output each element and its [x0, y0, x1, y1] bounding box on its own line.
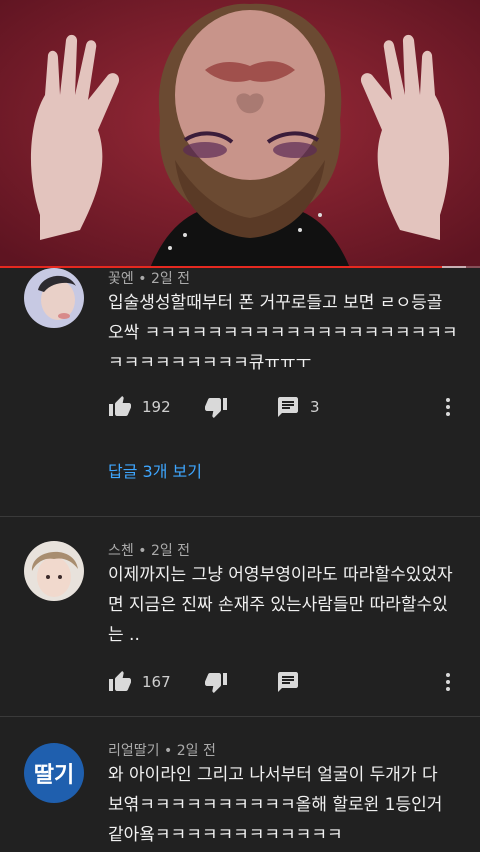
- divider: [0, 716, 480, 717]
- reply-button[interactable]: 3: [276, 393, 320, 421]
- avatar[interactable]: [24, 268, 84, 328]
- divider: [0, 516, 480, 517]
- reply-count: 3: [310, 398, 320, 416]
- progress-bar[interactable]: [0, 266, 480, 268]
- avatar[interactable]: 딸기: [24, 743, 84, 803]
- more-vert-icon[interactable]: [436, 395, 460, 419]
- like-count: 167: [142, 673, 171, 691]
- comment-text: 이제까지는 그냥 어영부영이라도 따라할수있었자면 지금은 진짜 손재주 있는사…: [108, 565, 453, 645]
- meta-dot: •: [138, 543, 151, 559]
- avatar-text: 딸기: [33, 763, 75, 788]
- like-icon: [109, 396, 131, 416]
- reply-button[interactable]: [276, 668, 300, 696]
- comment-time: 2일 전: [176, 743, 216, 759]
- reply-icon: [278, 672, 298, 692]
- comment-author[interactable]: 꽃엔: [108, 271, 134, 287]
- more-vert-icon[interactable]: [436, 670, 460, 694]
- video-frame: [0, 0, 480, 268]
- comment-author[interactable]: 스첸: [108, 543, 134, 559]
- reply-icon: [278, 397, 298, 417]
- comment-author[interactable]: 리얼딸기: [108, 743, 160, 759]
- comment-time: 2일 전: [150, 543, 191, 559]
- dislike-button[interactable]: [204, 668, 228, 696]
- dislike-button[interactable]: [204, 393, 228, 421]
- comment-actions: 192 3: [108, 393, 480, 421]
- comment-meta: 리얼딸기 • 2일 전: [108, 740, 216, 760]
- meta-dot: •: [163, 743, 177, 759]
- progress-buffer: [441, 266, 466, 268]
- comment-text: 와 아이라인 그리고 나서부터 얼굴이 두개가 다 보엮ㅋㅋㅋㅋㅋㅋㅋㅋㅋㅋ올해…: [108, 765, 443, 845]
- video-player[interactable]: [0, 0, 480, 268]
- like-icon: [109, 671, 131, 691]
- dislike-icon: [205, 398, 227, 418]
- view-replies-link[interactable]: 답글 3개 보기: [108, 458, 202, 482]
- comment-actions: 167: [108, 668, 480, 696]
- comment-meta: 꽃엔 • 2일 전: [108, 268, 190, 288]
- meta-dot: •: [138, 271, 151, 287]
- comment-text: 입술생성할때부터 폰 거꾸로들고 보면 ㄹㅇ등골오싹 ㅋㅋㅋㅋㅋㅋㅋㅋㅋㅋㅋㅋㅋ…: [108, 293, 458, 373]
- dislike-icon: [205, 673, 227, 693]
- comment-time: 2일 전: [150, 271, 191, 287]
- progress-fill: [0, 266, 442, 268]
- avatar[interactable]: [24, 541, 84, 601]
- like-count: 192: [142, 398, 171, 416]
- like-button[interactable]: 192: [108, 393, 171, 421]
- like-button[interactable]: 167: [108, 668, 171, 696]
- comment-meta: 스첸 • 2일 전: [108, 540, 190, 560]
